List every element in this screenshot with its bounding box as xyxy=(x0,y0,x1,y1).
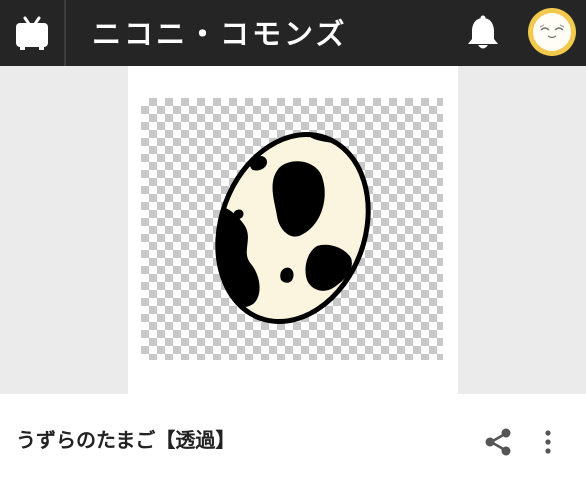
more-vertical-icon xyxy=(545,430,551,454)
share-icon xyxy=(485,428,511,456)
avatar[interactable] xyxy=(528,8,576,56)
page-title: うずらのたまご【透過】 xyxy=(16,427,236,452)
notification-button[interactable] xyxy=(462,12,504,54)
preview-area xyxy=(0,66,586,394)
top-header: ニコニ・コモンズ xyxy=(0,0,586,66)
user-avatar-icon xyxy=(533,13,571,51)
egg-image[interactable] xyxy=(141,98,443,360)
preview-frame xyxy=(128,66,458,394)
more-options-button[interactable] xyxy=(534,424,562,460)
share-button[interactable] xyxy=(480,424,516,460)
bell-icon xyxy=(468,15,498,49)
home-button[interactable] xyxy=(0,0,66,66)
site-logo[interactable]: ニコニ・コモンズ xyxy=(92,10,347,54)
transparent-background xyxy=(141,98,443,360)
tv-icon xyxy=(16,16,48,50)
